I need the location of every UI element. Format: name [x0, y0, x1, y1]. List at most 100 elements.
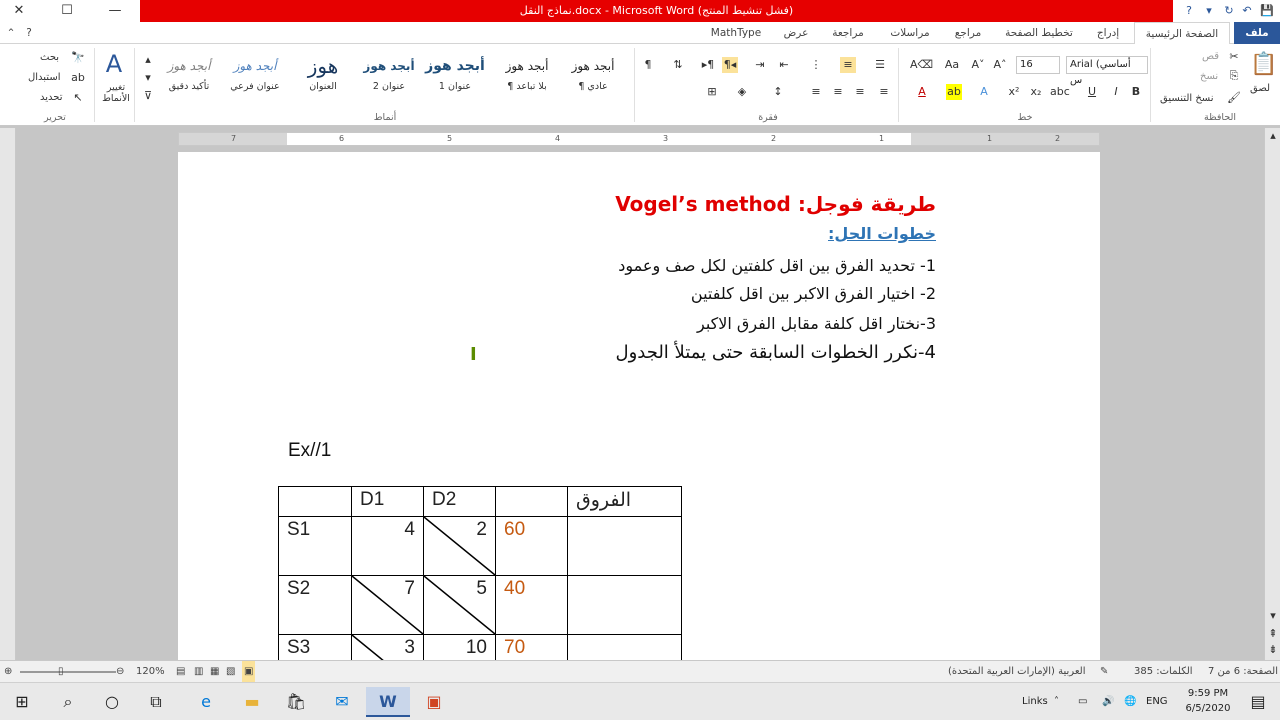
- rtl-direction-icon[interactable]: ¶◂: [722, 57, 738, 73]
- highlight-color-icon[interactable]: ab: [946, 84, 962, 100]
- increase-indent-icon[interactable]: ⇥: [752, 57, 768, 73]
- qat-customize-icon[interactable]: ▾: [1200, 2, 1218, 20]
- view-draft-icon[interactable]: ▤: [176, 661, 185, 683]
- align-center-icon[interactable]: ≡: [852, 84, 868, 100]
- replace-button[interactable]: استبدال: [28, 71, 61, 85]
- bold-icon[interactable]: B: [1128, 84, 1144, 100]
- app-taskbar-icon[interactable]: ▣: [412, 687, 456, 717]
- decrease-indent-icon[interactable]: ⇤: [776, 57, 792, 73]
- help-icon[interactable]: ?: [20, 22, 38, 44]
- cut-button[interactable]: قص: [1202, 50, 1219, 64]
- zoom-level[interactable]: 120%: [136, 661, 165, 683]
- horizontal-ruler[interactable]: 7 6 5 4 3 2 1 1 2: [178, 132, 1100, 146]
- shading-icon[interactable]: ◈: [734, 84, 750, 100]
- underline-icon[interactable]: U: [1084, 84, 1100, 100]
- tab-view[interactable]: عرض: [776, 22, 816, 44]
- view-reading-icon[interactable]: ▧: [226, 661, 235, 683]
- strikethrough-icon[interactable]: abc: [1050, 84, 1070, 100]
- borders-icon[interactable]: ⊞: [704, 84, 720, 100]
- tab-references[interactable]: مراجع: [944, 22, 992, 44]
- style-title[interactable]: هوز العنوان: [292, 52, 354, 102]
- ribbon-collapse-icon[interactable]: ⌃: [2, 22, 20, 44]
- bullets-icon[interactable]: ☰: [872, 57, 888, 73]
- proofing-icon[interactable]: ✎: [1100, 661, 1108, 683]
- style-subtitle[interactable]: أبجد هوز عنوان فرعي: [224, 52, 286, 102]
- show-marks-icon[interactable]: ¶: [640, 57, 656, 73]
- style-heading-2[interactable]: أبجد هوز عنوان 2: [358, 52, 420, 102]
- help-button[interactable]: ?: [1180, 2, 1198, 20]
- scroll-up-icon[interactable]: ▴: [1265, 128, 1280, 144]
- tab-file[interactable]: ملف: [1234, 22, 1280, 44]
- prev-page-icon[interactable]: ⇞: [1265, 626, 1280, 642]
- zoom-thumb-icon[interactable]: ▯: [58, 661, 64, 683]
- align-left-icon[interactable]: ≡: [830, 84, 846, 100]
- format-painter-icon[interactable]: 🖌: [1226, 90, 1242, 106]
- save-icon[interactable]: 💾: [1258, 2, 1276, 20]
- sort-icon[interactable]: ⇅: [670, 57, 686, 73]
- style-no-spacing[interactable]: أبجد هوز ¶ بلا تباعد: [496, 52, 558, 102]
- numbering-icon[interactable]: ≡: [840, 57, 856, 73]
- input-language[interactable]: ENG: [1146, 683, 1168, 720]
- store-icon[interactable]: 🛍: [274, 687, 318, 717]
- close-icon[interactable]: ✕: [4, 0, 34, 22]
- links-toolbar[interactable]: Links: [1022, 683, 1048, 720]
- style-normal[interactable]: أبجد هوز ¶ عادي: [562, 52, 624, 102]
- zoom-slider[interactable]: [20, 671, 116, 673]
- tab-review[interactable]: مراجعة: [820, 22, 876, 44]
- paste-icon[interactable]: 📋: [1250, 50, 1277, 80]
- italic-icon[interactable]: I: [1108, 84, 1124, 100]
- clock[interactable]: 9:59 PM 6/5/2020: [1180, 686, 1236, 716]
- gallery-scroll-up-icon[interactable]: ▴: [140, 52, 156, 68]
- change-styles-icon[interactable]: A: [100, 50, 128, 78]
- document-page[interactable]: طريقة فوجل: Vogel’s method خطوات الحل: 1…: [178, 152, 1100, 660]
- multilevel-list-icon[interactable]: ⋮: [808, 57, 824, 73]
- file-explorer-icon[interactable]: ▬: [230, 687, 274, 717]
- word-count[interactable]: الكلمات: 385: [1134, 661, 1193, 683]
- language-status[interactable]: العربية (الإمارات العربية المتحدة): [948, 661, 1085, 683]
- view-outline-icon[interactable]: ▥: [194, 661, 203, 683]
- copy-button[interactable]: نسخ: [1200, 70, 1218, 84]
- mail-icon[interactable]: ✉: [320, 687, 364, 717]
- find-button[interactable]: بحث: [40, 51, 59, 65]
- grow-font-icon[interactable]: A˄: [992, 57, 1008, 73]
- tab-mailings[interactable]: مراسلات: [880, 22, 940, 44]
- redo-icon[interactable]: ↻: [1220, 2, 1238, 20]
- cortana-icon[interactable]: ○: [90, 687, 134, 717]
- font-color-icon[interactable]: A: [914, 84, 930, 100]
- tab-mathtype[interactable]: MathType: [700, 22, 772, 44]
- zoom-out-icon[interactable]: ⊖: [116, 661, 124, 683]
- paste-button[interactable]: لصق: [1250, 82, 1270, 96]
- gallery-scroll-down-icon[interactable]: ▾: [140, 70, 156, 86]
- ltr-direction-icon[interactable]: ▸¶: [700, 57, 716, 73]
- select-button[interactable]: تحديد: [40, 91, 63, 105]
- tab-insert[interactable]: إدراج: [1086, 22, 1130, 44]
- edge-icon[interactable]: e: [184, 687, 228, 717]
- gallery-more-icon[interactable]: ⊽: [140, 88, 156, 104]
- style-heading-1[interactable]: أبجد هوز عنوان 1: [424, 52, 486, 102]
- change-styles-button[interactable]: تغيير الأنماط: [98, 82, 134, 104]
- line-spacing-icon[interactable]: ↕: [770, 84, 786, 100]
- style-subtle-emphasis[interactable]: أبجد هوز تأكيد دقيق: [158, 52, 220, 102]
- search-icon[interactable]: ⌕: [46, 687, 90, 717]
- align-right-icon[interactable]: ≡: [876, 84, 892, 100]
- word-taskbar-icon[interactable]: W: [366, 687, 410, 717]
- text-effects-icon[interactable]: A: [976, 84, 992, 100]
- copy-icon[interactable]: ⎘: [1226, 68, 1242, 84]
- windows-start-icon[interactable]: ⊞: [0, 687, 44, 717]
- shrink-font-icon[interactable]: A˅: [970, 57, 986, 73]
- subscript-icon[interactable]: x₂: [1028, 84, 1044, 100]
- superscript-icon[interactable]: x²: [1006, 84, 1022, 100]
- notifications-icon[interactable]: ▤: [1236, 687, 1280, 717]
- restore-icon[interactable]: ☐: [52, 0, 82, 22]
- replace-icon[interactable]: ab: [70, 70, 86, 86]
- scroll-down-icon[interactable]: ▾: [1265, 608, 1280, 624]
- tray-overflow-icon[interactable]: ˄: [1054, 683, 1059, 720]
- format-painter-button[interactable]: نسخ التنسيق: [1160, 92, 1213, 106]
- view-print-layout-icon[interactable]: ▣: [242, 661, 256, 683]
- volume-icon[interactable]: 🔊: [1102, 683, 1114, 720]
- cut-icon[interactable]: ✂: [1226, 49, 1242, 65]
- select-icon[interactable]: ↖: [70, 90, 86, 106]
- justify-icon[interactable]: ≡: [808, 84, 824, 100]
- vertical-scrollbar[interactable]: ▴ ▾ ⇞ ⇟: [1264, 128, 1280, 660]
- change-case-icon[interactable]: Aa: [944, 57, 960, 73]
